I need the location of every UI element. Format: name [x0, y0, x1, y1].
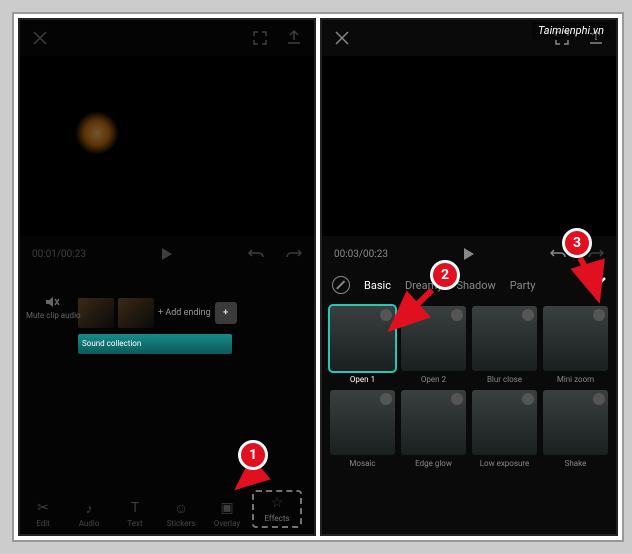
timeline[interactable]: Mute clip audio + Add ending + Sound col…: [20, 268, 314, 484]
effect-thumb: [401, 390, 466, 455]
close-icon[interactable]: [32, 30, 48, 46]
star-icon: ☆: [269, 495, 285, 511]
tool-audio[interactable]: ♪Audio: [68, 500, 110, 528]
text-icon: T: [127, 500, 143, 516]
play-icon[interactable]: [461, 246, 477, 262]
play-icon[interactable]: [159, 246, 175, 262]
arrow-3: [568, 254, 608, 307]
effect-thumb: [330, 390, 395, 455]
audio-track[interactable]: Sound collection: [78, 334, 232, 354]
music-note-icon: ♪: [81, 500, 97, 516]
playhead-time: 00:01/00:23: [32, 249, 86, 260]
tool-edit[interactable]: ✂Edit: [22, 500, 64, 528]
mute-clip-audio-button[interactable]: Mute clip audio: [26, 294, 81, 320]
bottom-toolbar: ✂Edit ♪Audio TText ☺Stickers ▣Overlay ☆E…: [20, 484, 314, 534]
tool-stickers[interactable]: ☺Stickers: [160, 500, 202, 528]
expand-icon[interactable]: [252, 30, 268, 46]
scissors-icon: ✂: [35, 500, 51, 516]
category-tab-party[interactable]: Party: [510, 279, 536, 292]
tool-overlay[interactable]: ▣Overlay: [206, 500, 248, 528]
video-clip[interactable]: [118, 298, 154, 328]
undo-icon[interactable]: [248, 246, 264, 262]
effect-item[interactable]: Mosaic: [330, 390, 395, 468]
export-icon[interactable]: [286, 30, 302, 46]
video-preview[interactable]: [322, 56, 616, 236]
effect-item[interactable]: Mini zoom: [543, 306, 608, 384]
effect-item[interactable]: Low exposure: [472, 390, 537, 468]
effect-thumb: [543, 390, 608, 455]
effect-item[interactable]: Shake: [543, 390, 608, 468]
category-tab-shadow[interactable]: Shadow: [456, 279, 495, 292]
effects-grid: Open 1 Open 2 Blur close Mini zoom Mosai…: [322, 302, 616, 476]
video-preview[interactable]: [20, 56, 314, 236]
tool-text[interactable]: TText: [114, 500, 156, 528]
tool-filters[interactable]: ◉Filte: [306, 500, 314, 528]
effect-thumb: [543, 306, 608, 371]
speaker-mute-icon: [45, 294, 61, 310]
watermark: Taimienphi.vn: [532, 22, 610, 39]
callout-badge-1: 1: [238, 440, 268, 470]
plus-icon: +: [215, 302, 237, 324]
effect-item[interactable]: Blur close: [472, 306, 537, 384]
video-clip[interactable]: [78, 298, 114, 328]
add-ending-button[interactable]: + Add ending +: [158, 302, 237, 324]
playhead-time: 00:03/00:23: [334, 249, 388, 260]
effect-item[interactable]: Edge glow: [401, 390, 466, 468]
effect-thumb: [472, 390, 537, 455]
close-icon[interactable]: [334, 30, 350, 46]
redo-icon[interactable]: [286, 246, 302, 262]
arrow-2: [382, 286, 438, 339]
effect-thumb: [472, 306, 537, 371]
callout-badge-3: 3: [562, 228, 592, 258]
overlay-icon: ▣: [219, 500, 235, 516]
phone-effects-picker: 00:03/00:23 Basic Dreamy Shadow Party Op…: [320, 18, 618, 536]
callout-badge-2: 2: [430, 260, 460, 290]
phone-editor: 00:01/00:23 Mute clip audio + Add ending…: [18, 18, 316, 536]
no-effect-button[interactable]: [332, 276, 350, 294]
smile-icon: ☺: [173, 500, 189, 516]
